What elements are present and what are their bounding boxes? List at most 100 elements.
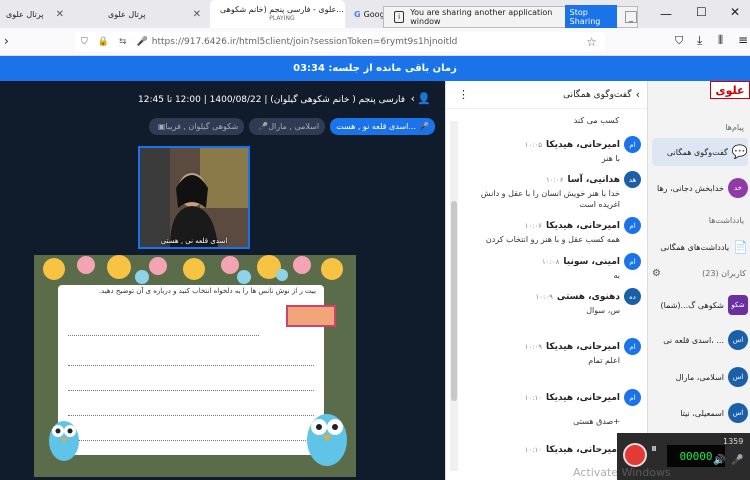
pause-icon[interactable]: ⏸ <box>651 441 657 456</box>
url-text: https://917.6426.ir/html5client/join?ses… <box>151 37 458 47</box>
browser-navigation-bar: › ⛉ 🔒 ⇆ 🎤 https://917.6426.ir/html5clien… <box>0 28 750 56</box>
avatar: ده <box>624 288 641 305</box>
chat-message: ۱۰:۰۸ امینی، سونیا ام به <box>461 253 641 281</box>
sidebar-item-private-chat[interactable]: خدابخش دجانی، رها خد <box>652 174 748 202</box>
sidebar-item-shared-notes[interactable]: یادداشت‌های همگانی 📄 <box>652 233 748 261</box>
answer-line <box>68 390 314 391</box>
class-title: فارسی پنجم ( خانم شکوهی گیلوان) | 1400/0… <box>138 95 405 105</box>
message-text: س، سوال <box>586 306 620 315</box>
message-author: امیرحانی، هیدیکا <box>546 220 620 231</box>
close-icon[interactable]: ✕ <box>56 9 64 20</box>
message-time: ۱۰:۱۰ <box>524 393 543 402</box>
user-list-item[interactable]: اسدی قلعه نی، ... اس <box>652 326 748 354</box>
presenter-name: اسدی قلعه نو , هست... <box>336 122 417 131</box>
chat-message: ۱۰:۰۵ امیرحانی، هیدیکا ام با هنر <box>461 136 641 164</box>
pocket-icon[interactable]: ⛉ <box>675 34 683 48</box>
address-bar[interactable]: ⛉ 🔒 ⇆ 🎤 https://917.6426.ir/html5client/… <box>75 32 605 52</box>
gear-icon[interactable]: ⚙ <box>652 268 661 279</box>
section-heading-users: کاربران (23) <box>702 269 746 278</box>
user-list-item[interactable]: اسمعیلی، نیتا اس <box>652 399 748 427</box>
message-time: ۱۰:۰۹ <box>524 342 543 351</box>
users-header: ⚙ کاربران (23) <box>652 268 746 279</box>
whiteboard-slide[interactable]: بیت ر از نوش نانس ها را به دلخواه انتخاب… <box>34 255 356 477</box>
presenter-icon: ▣ <box>157 122 166 131</box>
message-author: امیرحانی، هیدیکا <box>546 341 620 352</box>
close-icon[interactable]: ✕ <box>193 9 201 20</box>
message-text: به <box>613 271 620 280</box>
message-time: ۱۰:۰۸ <box>542 257 560 266</box>
downloads-icon[interactable]: ⤓ <box>697 33 702 48</box>
presenter-list: ▣ شکوهی گیلوان , فریبا 🎤 اسلامی , مارال … <box>148 118 435 135</box>
user-list-item[interactable]: اسلامی، مارال اس <box>652 363 748 391</box>
bird-illustration <box>307 414 347 466</box>
presenter-tag[interactable]: ▣ شکوهی گیلوان , فریبا <box>148 118 245 135</box>
stop-sharing-button[interactable]: Stop Sharing <box>564 5 618 29</box>
chat-title: گفت‌وگوی همگانی <box>563 89 632 100</box>
answer-box <box>286 305 336 327</box>
message-author: امیرحانی، هیدیکا <box>546 444 620 455</box>
menu-icon[interactable]: ≡ <box>738 33 748 47</box>
bookmark-star-icon[interactable]: ☆ <box>586 35 597 49</box>
close-window-button[interactable]: ✕ <box>730 5 740 19</box>
sidebar-item-label: یادداشت‌های همگانی <box>660 242 730 252</box>
avatar: خد <box>728 178 748 198</box>
library-icon[interactable]: ⫴ <box>718 33 723 48</box>
presenter-name: اسلامی , مارال <box>268 122 320 131</box>
avatar: ام <box>624 253 641 270</box>
maximize-window-button[interactable]: ☐ <box>696 5 707 19</box>
chat-panel: ⋮ گفت‌وگوی همگانی ‹ کسب می کند ۱۰:۰۵ امیر… <box>445 81 648 480</box>
answer-line <box>68 335 259 336</box>
chat-scrollbar[interactable] <box>450 121 458 471</box>
options-icon[interactable]: ⋮ <box>458 88 469 101</box>
message-text: کسب می کند <box>573 116 619 125</box>
camera-permission-icon[interactable]: ⇆ <box>119 37 127 47</box>
mic-icon[interactable]: 🎤 <box>731 455 743 466</box>
message-text: صدق هستی+ <box>573 417 620 426</box>
browser-tab[interactable]: پرتال علوی ✕ <box>0 0 70 28</box>
speaker-icon[interactable]: 🔊 <box>713 455 725 466</box>
avatar: ام <box>624 217 641 234</box>
message-text: خدا با هنر خویش انسان را با عقل و دانش ا… <box>480 189 620 209</box>
message-author: امیرحانی، هیدیکا <box>546 139 620 150</box>
avatar: اس <box>728 403 748 423</box>
presenter-tag-active[interactable]: اسدی قلعه نو , هست... 🎤 <box>330 118 435 135</box>
scrollbar-thumb[interactable] <box>451 201 457 401</box>
minimize-window-button[interactable]: — <box>660 7 672 21</box>
lock-icon: 🔒 <box>97 37 109 47</box>
browser-tab[interactable]: G Google <box>348 0 388 28</box>
message-time: ۱۰:۰۵ <box>524 140 543 149</box>
browser-tab-active[interactable]: علوی - فارسی پنجم (خانم شکوهی... PLAYING… <box>210 0 345 28</box>
info-icon: i <box>394 11 405 23</box>
user-name: اسدی قلعه نی، ... <box>663 335 724 345</box>
message-author: امینی، سونیا <box>563 256 620 267</box>
chat-message: ۱۰:۱۰ امیرحانی، هیدیکا ام صدق هستی+ <box>461 389 641 427</box>
screen-share-notification: i You are sharing another application wi… <box>383 5 638 29</box>
user-name: اسلامی، مارال <box>675 372 724 382</box>
hide-bar-button[interactable]: _ <box>625 11 637 23</box>
answer-line <box>68 440 314 441</box>
avatar: اس <box>728 330 748 350</box>
sidebar-item-public-chat[interactable]: گفت‌وگوی همگانی 💬 <box>652 138 748 166</box>
worksheet-question: بیت ر از نوش نانس ها را به دلخواه انتخاب… <box>98 287 316 295</box>
webcam-video[interactable]: ⤢ اسدی قلعه نی , هستی <box>138 146 250 249</box>
chevron-left-icon[interactable]: ‹ <box>636 88 640 101</box>
sidebar: علوی پیام‌ها گفت‌وگوی همگانی 💬 خدابخش دج… <box>647 81 750 480</box>
presenter-tag[interactable]: 🎤 اسلامی , مارال <box>249 118 326 135</box>
chat-message: کسب می کند <box>461 115 641 126</box>
notes-icon: 📄 <box>733 240 748 254</box>
chevron-left-icon[interactable]: ‹ <box>411 92 415 105</box>
forward-arrow-icon[interactable]: › <box>4 34 9 48</box>
avatar: شکو <box>728 295 748 315</box>
webcam-user-label: اسدی قلعه نی , هستی <box>160 237 228 245</box>
avatar: ام <box>624 136 641 153</box>
user-icon[interactable]: 👤 <box>417 92 431 105</box>
message-author: دهنوی، هستی <box>556 291 620 302</box>
message-author: هدانیی، آسا <box>567 174 620 185</box>
answer-line <box>68 415 314 416</box>
mic-permission-icon[interactable]: 🎤 <box>137 37 148 47</box>
user-list-item[interactable]: شکوهی گ...(شما) شکو <box>652 291 748 319</box>
record-button[interactable] <box>623 443 647 467</box>
avatar: هد <box>624 171 641 188</box>
close-icon[interactable]: ✕ <box>344 9 345 20</box>
browser-tab[interactable]: پرتال علوی ✕ <box>72 0 207 28</box>
